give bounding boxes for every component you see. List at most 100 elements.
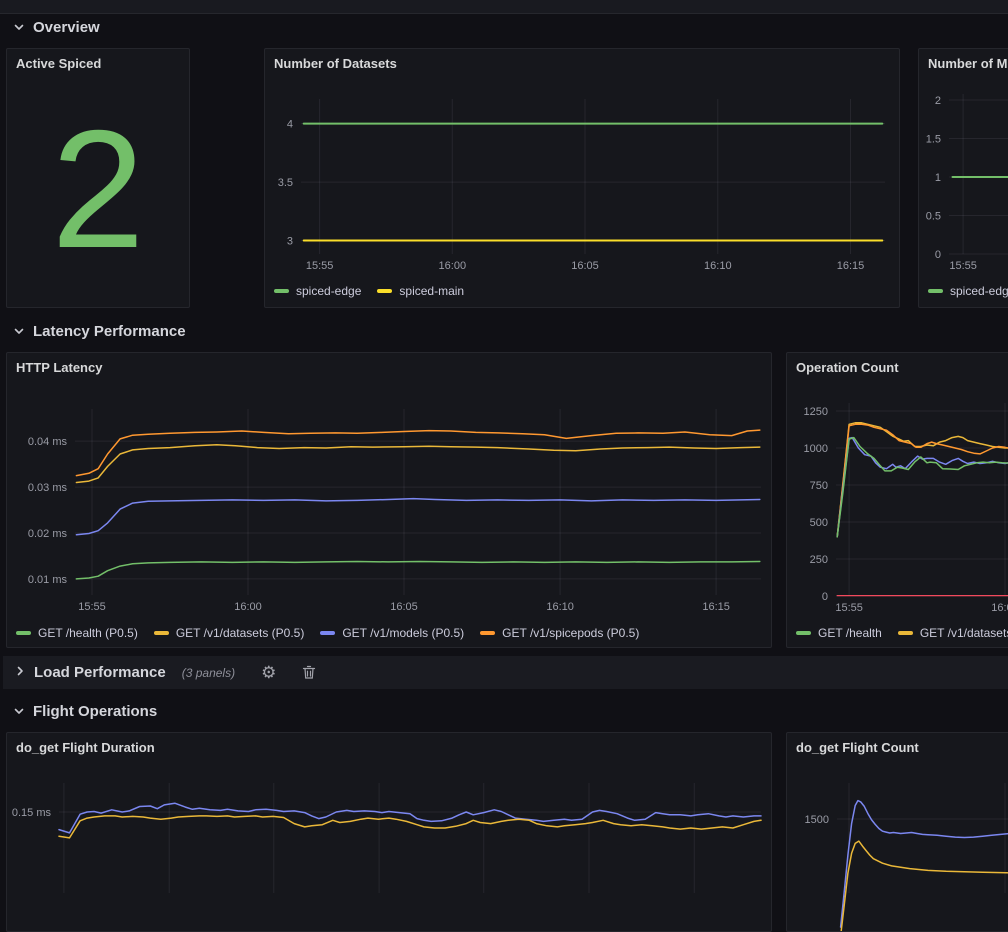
x-tick-label: 16:05 (390, 601, 418, 613)
flight-count-chart[interactable]: 1500 (787, 733, 1008, 931)
panel-http-latency: HTTP Latency 15:55 16:00 16:05 16:10 16:15 0.… (6, 352, 772, 648)
section-overview[interactable]: Overview (13, 16, 100, 38)
panel-do-get-flight-duration: do_get Flight Duration 0.15 ms (6, 732, 772, 932)
legend-item[interactable]: spiced-main (377, 284, 464, 298)
legend-swatch (16, 631, 31, 635)
legend-item[interactable]: spiced-edge (928, 284, 1008, 298)
y-tick-label: 3 (287, 236, 293, 248)
panel-title[interactable]: do_get Flight Count (796, 740, 919, 755)
x-tick-label: 16:00 (439, 260, 467, 272)
y-tick-label: 250 (810, 554, 828, 566)
panel-title[interactable]: do_get Flight Duration (16, 740, 155, 755)
datasets-chart[interactable]: 15:5516:0016:0516:1016:1533.54 (265, 49, 899, 307)
legend-swatch (320, 631, 335, 635)
panel-operation-count: Operation Count 15:5516:0002505007501000… (786, 352, 1008, 648)
panel-title[interactable]: Number of Models (928, 56, 1008, 71)
legend-label: spiced-edge (296, 284, 361, 298)
legend-item[interactable]: GET /v1/models (P0.5) (320, 626, 464, 640)
series-line (76, 562, 759, 579)
legend-item[interactable]: GET /v1/datasets (898, 626, 1008, 640)
panel-number-of-datasets: Number of Datasets 15:55 16:00 16:05 16:10 1… (264, 48, 900, 308)
series-line (837, 423, 1008, 537)
y-tick-label: 0.04 ms (28, 436, 68, 448)
gear-icon[interactable]: ⚙ (261, 664, 276, 681)
chevron-down-icon (13, 325, 25, 337)
y-tick-label: 0.15 ms (12, 807, 52, 819)
x-tick-label: 16:05 (571, 260, 599, 272)
legend-label: spiced-edge (950, 284, 1008, 298)
x-tick-label: 16:10 (546, 601, 574, 613)
legend-swatch (274, 289, 289, 293)
series-line (841, 801, 1008, 928)
chevron-down-icon (13, 21, 25, 33)
series-line (76, 445, 759, 483)
flight-duration-chart[interactable]: 0.15 ms (7, 733, 771, 931)
legend-item[interactable]: GET /v1/datasets (P0.5) (154, 626, 305, 640)
y-tick-label: 1000 (804, 443, 828, 455)
y-tick-label: 0 (822, 591, 828, 603)
legend-item[interactable]: spiced-edge (274, 284, 361, 298)
legend-swatch (377, 289, 392, 293)
legend: GET /health GET /v1/datasets (796, 626, 1008, 640)
legend-label: GET /health (818, 626, 882, 640)
series-line (841, 841, 1008, 931)
y-tick-label: 0.5 (926, 211, 941, 223)
x-tick-label: 16:00 (234, 601, 262, 613)
legend-swatch (796, 631, 811, 635)
operation-count-chart[interactable]: 15:5516:00025050075010001250 (787, 353, 1008, 647)
legend-swatch (154, 631, 169, 635)
legend-item[interactable]: GET /v1/spicepods (P0.5) (480, 626, 639, 640)
series-line (837, 424, 1008, 537)
x-tick-label: 16:15 (702, 601, 730, 613)
dashboard: { "colors": { "green": "#73BF69", "yello… (0, 0, 1008, 849)
chevron-down-icon (13, 705, 25, 717)
series-line (59, 816, 761, 838)
x-tick-label: 15:55 (306, 260, 334, 272)
legend-label: GET /v1/datasets (P0.5) (176, 626, 305, 640)
panel-active-spiced: Active Spiced 2 (6, 48, 190, 308)
y-tick-label: 2 (935, 95, 941, 107)
legend-item[interactable]: GET /health (P0.5) (16, 626, 138, 640)
panel-number-of-models: Number of Models 15:5500.511.52 spiced-e… (918, 48, 1008, 308)
models-chart[interactable]: 15:5500.511.52 (919, 49, 1008, 307)
series-line (76, 499, 759, 535)
x-tick-label: 15:55 (835, 602, 863, 614)
legend-label: GET /v1/spicepods (P0.5) (502, 626, 639, 640)
legend-swatch (898, 631, 913, 635)
top-bar (0, 0, 1008, 14)
y-tick-label: 1 (935, 172, 941, 184)
legend-swatch (928, 289, 943, 293)
y-tick-label: 500 (810, 517, 828, 529)
legend-label: GET /health (P0.5) (38, 626, 138, 640)
y-tick-label: 0.02 ms (28, 528, 68, 540)
x-tick-label: 15:55 (949, 260, 977, 272)
legend-label: spiced-main (399, 284, 464, 298)
legend-label: GET /v1/datasets (920, 626, 1008, 640)
series-line (76, 430, 759, 476)
panel-title[interactable]: Number of Datasets (274, 56, 397, 71)
panel-do-get-flight-count: do_get Flight Count 1500 (786, 732, 1008, 932)
legend: GET /health (P0.5) GET /v1/datasets (P0.5… (16, 626, 655, 640)
y-tick-label: 3.5 (278, 177, 293, 189)
http-latency-chart[interactable]: 15:5516:0016:0516:1016:150.01 ms0.02 ms0… (7, 353, 771, 647)
x-tick-label: 15:55 (78, 601, 106, 613)
x-tick-label: 16:10 (704, 260, 732, 272)
trash-icon[interactable] (302, 665, 316, 680)
legend: spiced-edge spiced-main (274, 284, 480, 298)
y-tick-label: 1.5 (926, 134, 941, 146)
panel-title[interactable]: HTTP Latency (16, 360, 102, 375)
section-latency-performance[interactable]: Latency Performance (13, 320, 186, 342)
panel-count: (3 panels) (182, 666, 235, 680)
legend: spiced-edge (928, 284, 1008, 298)
section-title: Flight Operations (33, 703, 157, 720)
panel-title[interactable]: Operation Count (796, 360, 899, 375)
panel-title[interactable]: Active Spiced (16, 56, 101, 71)
y-tick-label: 0.03 ms (28, 482, 68, 494)
section-title: Overview (33, 19, 100, 36)
x-tick-label: 16:15 (837, 260, 865, 272)
y-tick-label: 1500 (805, 814, 829, 826)
legend-item[interactable]: GET /health (796, 626, 882, 640)
section-load-performance[interactable]: Load Performance (3 panels) ⚙ (3, 656, 1008, 689)
stat-value: 2 (7, 75, 189, 303)
section-flight-operations[interactable]: Flight Operations (13, 700, 157, 722)
